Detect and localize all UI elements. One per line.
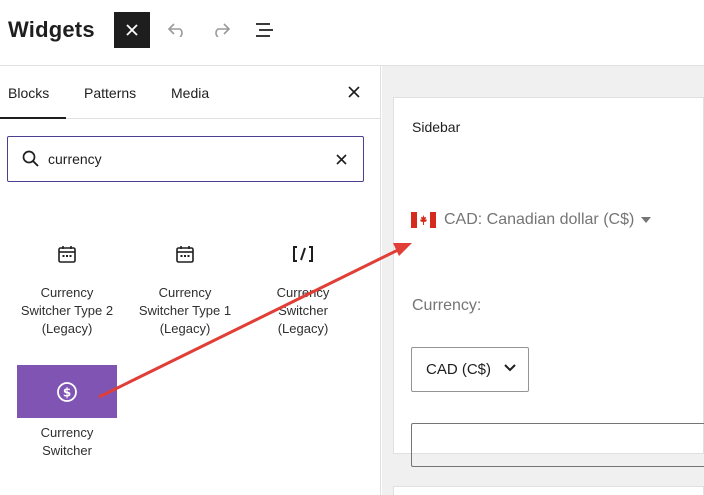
- second-widget-area[interactable]: [393, 486, 704, 495]
- shortcode-icon: [253, 237, 353, 271]
- widget-canvas: Sidebar CAD: Canadian dollar (C$) Curren…: [382, 66, 704, 495]
- close-icon: [335, 153, 347, 165]
- block-search-box: [7, 136, 364, 182]
- currency-switcher-dropdown[interactable]: CAD: Canadian dollar (C$): [411, 211, 652, 229]
- widget-area-title: Sidebar: [412, 119, 461, 135]
- redo-icon: [215, 23, 231, 37]
- empty-text-field[interactable]: [411, 423, 704, 467]
- caret-down-icon: [641, 217, 652, 223]
- block-label: Currency Switcher: [40, 425, 94, 458]
- tab-patterns[interactable]: Patterns: [84, 85, 136, 101]
- search-icon: [22, 150, 39, 167]
- editor-header: Widgets: [0, 0, 704, 66]
- dollar-circle-icon: $: [17, 365, 117, 418]
- svg-text:$: $: [63, 385, 71, 399]
- calendar-icon: [17, 237, 117, 271]
- block-currency-switcher-type-2-legacy[interactable]: Currency Switcher Type 2 (Legacy): [17, 237, 117, 338]
- block-currency-switcher-legacy[interactable]: Currency Switcher (Legacy): [253, 237, 353, 338]
- currency-label: Currency:: [412, 297, 482, 314]
- tab-blocks[interactable]: Blocks: [8, 85, 49, 101]
- undo-icon: [167, 23, 183, 37]
- sidebar-widget-area[interactable]: Sidebar CAD: Canadian dollar (C$) Curren…: [393, 97, 704, 467]
- clear-search-button[interactable]: [331, 149, 351, 169]
- currency-select[interactable]: CAD (C$): [411, 347, 529, 392]
- tab-media[interactable]: Media: [171, 85, 209, 101]
- block-currency-switcher-type-1-legacy[interactable]: Currency Switcher Type 1 (Legacy): [135, 237, 235, 338]
- active-tab-indicator: [0, 117, 66, 119]
- canada-flag-icon: [411, 212, 436, 228]
- undo-button[interactable]: [159, 12, 195, 48]
- chevron-down-icon: [504, 364, 516, 372]
- redo-button[interactable]: [203, 12, 239, 48]
- block-label: Currency Switcher (Legacy): [276, 285, 330, 336]
- close-inserter-button[interactable]: [342, 80, 366, 104]
- selected-currency-text: CAD: Canadian dollar (C$): [444, 211, 635, 228]
- block-currency-switcher[interactable]: $ Currency Switcher: [17, 365, 117, 460]
- page-title: Widgets: [8, 17, 95, 42]
- calendar-icon: [135, 237, 235, 271]
- search-input[interactable]: [48, 149, 318, 169]
- inserter-tabs: Blocks Patterns Media: [0, 66, 381, 119]
- block-inserter-panel: Blocks Patterns Media currency Currency …: [0, 66, 381, 495]
- list-view-icon: [256, 23, 273, 37]
- block-label: Currency Switcher Type 1 (Legacy): [138, 285, 232, 336]
- list-view-button[interactable]: [247, 12, 283, 48]
- close-inserter-toggle-button[interactable]: [114, 12, 150, 48]
- close-icon: [126, 24, 138, 36]
- close-icon: [348, 86, 360, 98]
- currency-select-value: CAD (C$): [426, 361, 492, 378]
- block-label: Currency Switcher Type 2 (Legacy): [20, 285, 114, 336]
